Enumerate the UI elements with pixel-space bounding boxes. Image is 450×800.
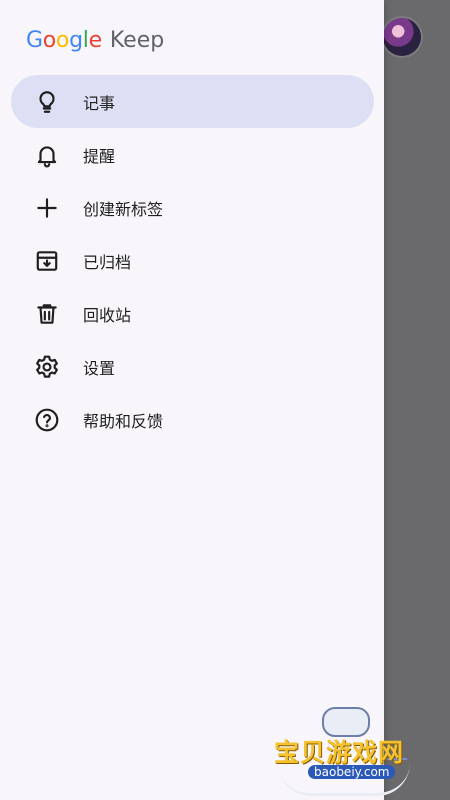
drawer-item-reminders[interactable]: 提醒	[11, 128, 374, 181]
google-wordmark: Google	[26, 28, 102, 53]
brand-letter: g	[69, 27, 83, 53]
watermark-url: baobeiy.com	[308, 765, 396, 779]
drawer-item-label: 帮助和反馈	[83, 411, 164, 431]
lightbulb-icon	[31, 86, 63, 118]
app-logo: Google Keep	[26, 24, 164, 56]
drawer-item-settings[interactable]: 设置	[11, 340, 374, 393]
archive-icon	[31, 245, 63, 277]
gear-icon	[31, 351, 63, 383]
drawer-item-label: 提醒	[83, 146, 116, 166]
drawer-item-label: 创建新标签	[83, 199, 164, 219]
drawer-item-label: 已归档	[83, 252, 132, 272]
drawer-item-label: 设置	[83, 358, 116, 378]
brand-letter: o	[42, 27, 56, 53]
keep-wordmark: Keep	[109, 27, 165, 53]
bell-icon	[31, 139, 63, 171]
drawer-item-trash[interactable]: 回收站	[11, 287, 374, 340]
drawer-menu: 记事 提醒 创建新标签 已归档 回收站 设置 帮助和反馈	[11, 75, 374, 446]
watermark: 宝贝游戏网 baobeiy.com	[270, 705, 420, 796]
brand-letter: e	[88, 27, 103, 53]
brand-letter: o	[55, 27, 70, 53]
plus-icon	[31, 192, 63, 224]
watermark-text: 宝贝游戏网	[274, 738, 405, 767]
drawer-item-notes[interactable]: 记事	[11, 75, 374, 128]
drawer-item-label: 回收站	[83, 305, 132, 325]
drawer-item-archive[interactable]: 已归档	[11, 234, 374, 287]
avatar[interactable]	[383, 18, 421, 56]
navigation-drawer: Google Keep 记事 提醒 创建新标签 已归档 回收站 设置 帮助和反馈	[0, 0, 384, 800]
drawer-item-label: 记事	[83, 93, 116, 113]
trash-icon	[31, 298, 63, 330]
brand-letter: G	[26, 27, 43, 53]
drawer-item-help[interactable]: 帮助和反馈	[11, 393, 374, 446]
drawer-item-create-label[interactable]: 创建新标签	[11, 181, 374, 234]
help-icon	[31, 404, 63, 436]
